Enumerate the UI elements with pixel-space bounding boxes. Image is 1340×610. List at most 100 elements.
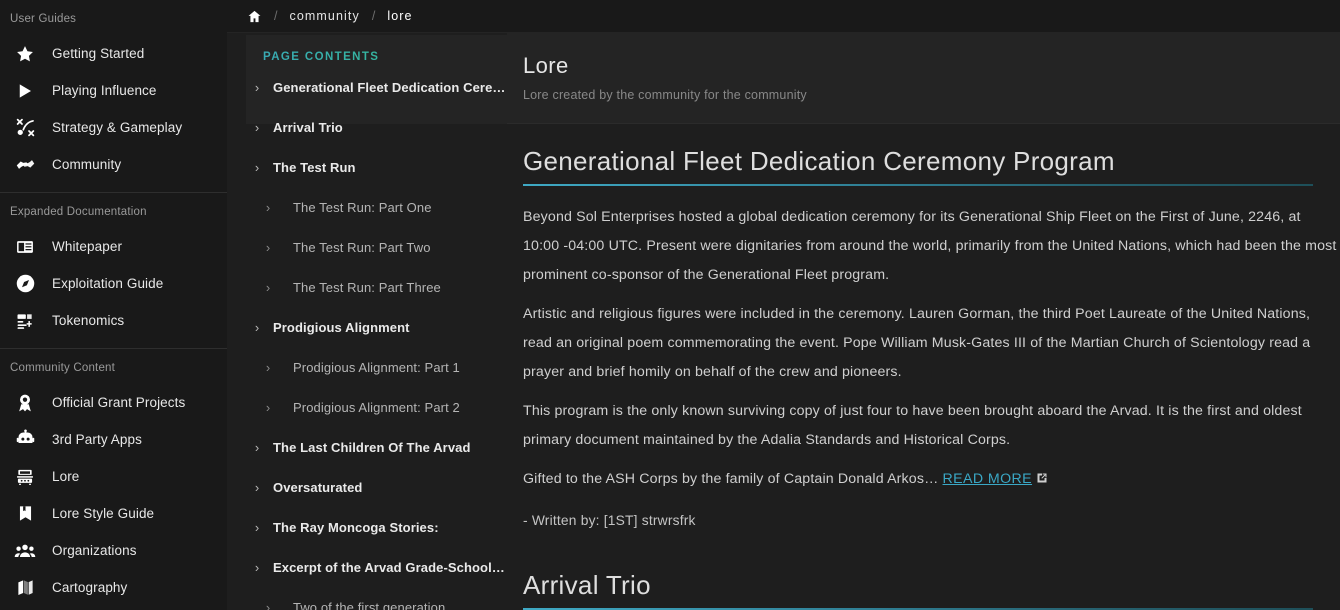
sidebar-item-label: Whitepaper: [52, 239, 123, 254]
chevron-right-icon: ›: [254, 519, 260, 535]
toc-item[interactable]: › The Test Run: Part One: [227, 187, 507, 227]
toc-item-label: Oversaturated: [273, 479, 363, 495]
sidebar-item-lore-style-guide[interactable]: Lore Style Guide: [0, 495, 227, 532]
sidebar-item-label: Playing Influence: [52, 83, 157, 98]
sidebar-item-getting-started[interactable]: Getting Started: [0, 35, 227, 72]
article-body: Generational Fleet Dedication Ceremony P…: [507, 124, 1340, 610]
document-article-icon: [14, 236, 36, 258]
toc-item-label: The Ray Moncoga Stories:: [273, 519, 439, 535]
chevron-right-icon: ›: [254, 119, 260, 135]
external-link-icon[interactable]: [1036, 466, 1048, 495]
toc-item-label: Prodigious Alignment: [273, 319, 410, 335]
chevron-right-icon: ›: [265, 279, 271, 295]
section-paragraph: This program is the only known surviving…: [523, 403, 1302, 448]
page-subtitle: Lore created by the community for the co…: [523, 88, 807, 102]
sidebar-item-official-grant-projects[interactable]: Official Grant Projects: [0, 384, 227, 421]
chevron-right-icon: ›: [254, 439, 260, 455]
toc-item[interactable]: › Excerpt of the Arvad Grade-School…: [227, 547, 507, 587]
chevron-right-icon: ›: [265, 359, 271, 375]
toc-item[interactable]: › The Test Run: Part Three: [227, 267, 507, 307]
section-paragraph: Beyond Sol Enterprises hosted a global d…: [523, 209, 1337, 283]
sidebar-item-cartography[interactable]: Cartography: [0, 569, 227, 606]
archive-scroll-icon: [14, 466, 36, 488]
toc-item-label: Arrival Trio: [273, 119, 343, 135]
section-byline: - Written by: [1ST] strwrsfrk: [523, 513, 696, 528]
section-heading-rule: [523, 184, 1313, 186]
sidebar-item-organizations[interactable]: Organizations: [0, 532, 227, 569]
body-row: PAGE CONTENTS › Generational Fleet Dedic…: [227, 33, 1340, 610]
robot-icon: [14, 429, 36, 451]
sidebar-item-lore[interactable]: Lore: [0, 458, 227, 495]
breadcrumb-item-lore[interactable]: lore: [387, 9, 412, 23]
sidebar-item-tokenomics[interactable]: Tokenomics: [0, 302, 227, 339]
toc-item[interactable]: › Prodigious Alignment: [227, 307, 507, 347]
sidebar-item-exploitation-guide[interactable]: Exploitation Guide: [0, 265, 227, 302]
sidebar-item-whitepaper[interactable]: Whitepaper: [0, 228, 227, 265]
toc-item[interactable]: › Oversaturated: [227, 467, 507, 507]
breadcrumb: / community / lore: [227, 0, 1340, 33]
sidebar-item-label: Tokenomics: [52, 313, 125, 328]
breadcrumb-separator: /: [371, 9, 376, 23]
toc-item-label: The Test Run: Part Two: [293, 239, 431, 255]
toc-item-label: The Last Children Of The Arvad: [273, 439, 471, 455]
people-group-icon: [14, 540, 36, 562]
toc-item[interactable]: › Prodigious Alignment: Part 1: [227, 347, 507, 387]
sidebar-item-strategy-gameplay[interactable]: Strategy & Gameplay: [0, 109, 227, 146]
chevron-right-icon: ›: [265, 399, 271, 415]
sidebar-item-playing-influence[interactable]: Playing Influence: [0, 72, 227, 109]
sidebar-item-3rd-party-apps[interactable]: 3rd Party Apps: [0, 421, 227, 458]
sidebar-item-label: Official Grant Projects: [52, 395, 186, 410]
token-list-icon: [14, 310, 36, 332]
chevron-right-icon: ›: [254, 79, 260, 95]
sidebar-item-community[interactable]: Community: [0, 146, 227, 183]
compass-icon: [14, 273, 36, 295]
sidebar-item-label: Lore Style Guide: [52, 506, 155, 521]
chevron-right-icon: ›: [265, 199, 271, 215]
toc-item[interactable]: › The Test Run: [227, 147, 507, 187]
app-root: User Guides Getting Started Playing Infl…: [0, 0, 1340, 610]
section-teaser: Gifted to the ASH Corps by the family of…: [523, 465, 1340, 495]
page-header: Lore Lore created by the community for t…: [507, 33, 1340, 124]
sidebar-section-label-expanded-documentation: Expanded Documentation: [10, 206, 147, 218]
main-content: Lore Lore created by the community for t…: [507, 33, 1340, 610]
page-title: Lore: [523, 53, 569, 78]
toc-item-label: The Test Run: [273, 159, 356, 175]
strategy-playbook-icon: [14, 117, 36, 139]
breadcrumb-separator: /: [274, 9, 278, 23]
toc-item-label: Excerpt of the Arvad Grade-School…: [273, 559, 505, 575]
toc-item[interactable]: › Two of the first generation: [227, 587, 507, 610]
section-heading: Arrival Trio: [523, 570, 651, 600]
toc-item-label: Two of the first generation: [293, 599, 446, 610]
read-more-link[interactable]: READ MORE: [943, 471, 1033, 487]
map-icon: [14, 577, 36, 599]
sidebar-section-label-user-guides: User Guides: [10, 13, 77, 25]
chevron-right-icon: ›: [265, 239, 271, 255]
toc-item-label: Generational Fleet Dedication Cere…: [273, 79, 506, 95]
play-triangle-icon: [14, 80, 36, 102]
sidebar-item-label: Lore: [52, 469, 80, 484]
toc-item[interactable]: › Prodigious Alignment: Part 2: [227, 387, 507, 427]
sidebar-item-label: Cartography: [52, 580, 128, 595]
toc-item-label: The Test Run: Part Three: [293, 279, 441, 295]
toc-item[interactable]: › Generational Fleet Dedication Cere…: [227, 67, 507, 107]
toc-item[interactable]: › Arrival Trio: [227, 107, 507, 147]
sidebar-item-label: Strategy & Gameplay: [52, 120, 183, 135]
home-icon[interactable]: [247, 9, 262, 24]
toc-item[interactable]: › The Test Run: Part Two: [227, 227, 507, 267]
right-pane: / community / lore PAGE CONTENTS › Gener…: [227, 0, 1340, 610]
chevron-right-icon: ›: [254, 559, 260, 575]
breadcrumb-item-community[interactable]: community: [289, 9, 359, 23]
section-paragraph: Artistic and religious figures were incl…: [523, 306, 1311, 380]
page-contents-heading: PAGE CONTENTS: [227, 33, 507, 67]
toc-item-label: Prodigious Alignment: Part 1: [293, 359, 460, 375]
toc-item[interactable]: › The Last Children Of The Arvad: [227, 427, 507, 467]
toc-item[interactable]: › The Ray Moncoga Stories:: [227, 507, 507, 547]
section-heading: Generational Fleet Dedication Ceremony P…: [523, 146, 1115, 176]
handshake-icon: [14, 154, 36, 176]
sidebar-item-label: Community: [52, 157, 122, 172]
chevron-right-icon: ›: [265, 599, 271, 610]
toc-item-label: Prodigious Alignment: Part 2: [293, 399, 460, 415]
sidebar-item-label: Getting Started: [52, 46, 145, 61]
sidebar-item-label: Organizations: [52, 543, 137, 558]
sidebar-item-label: 3rd Party Apps: [52, 432, 142, 447]
